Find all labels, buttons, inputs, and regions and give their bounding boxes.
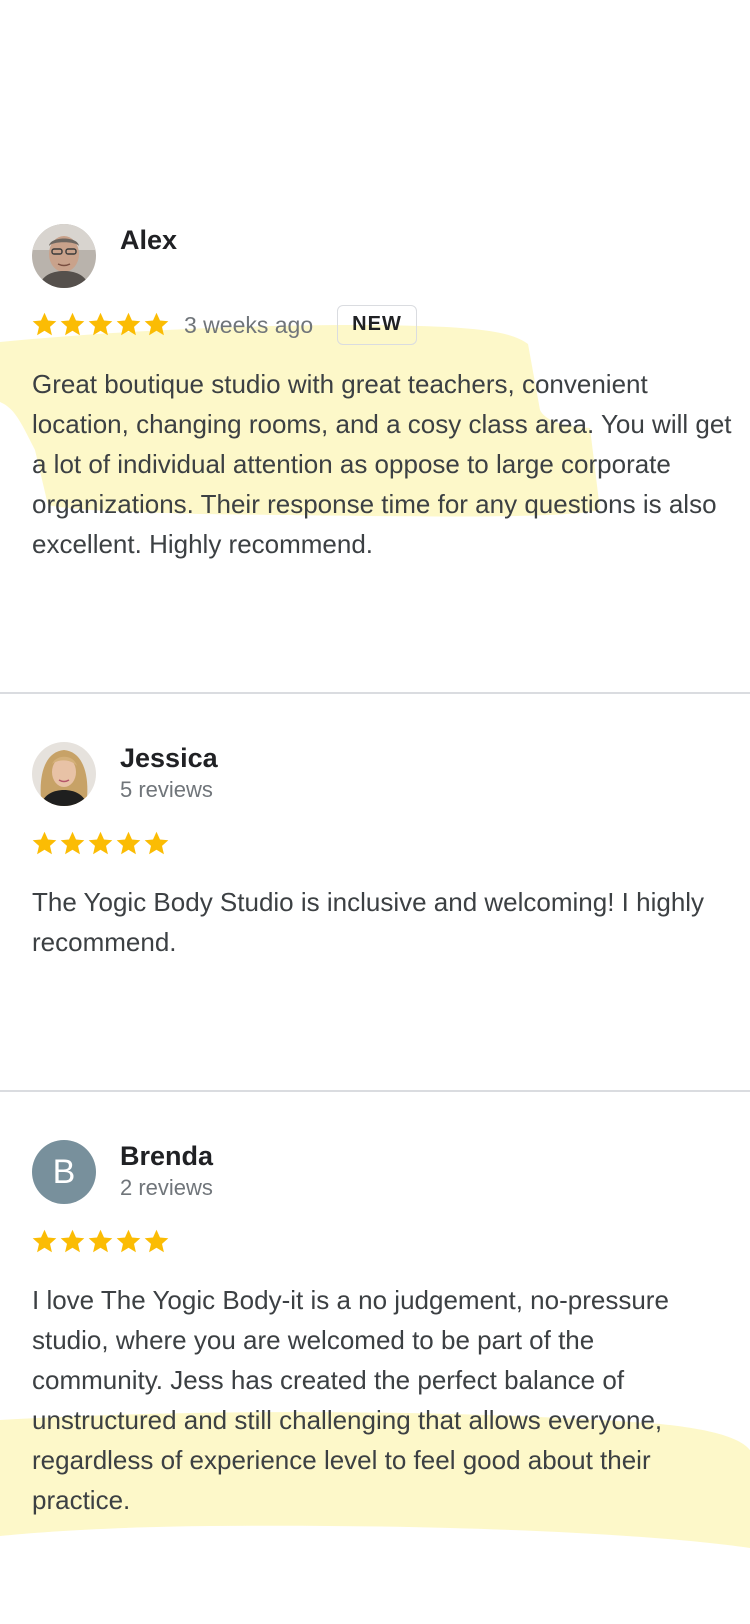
- reviewer-avatar[interactable]: [32, 742, 96, 806]
- star-icon: [115, 311, 142, 338]
- star-icon: [87, 1228, 114, 1255]
- reviewer-name[interactable]: Alex: [120, 224, 177, 256]
- star-rating: [31, 830, 170, 857]
- reviewer-name[interactable]: Brenda: [120, 1140, 213, 1172]
- star-icon: [31, 830, 58, 857]
- star-icon: [115, 1228, 142, 1255]
- review-date: 3 weeks ago: [184, 312, 314, 338]
- star-icon: [143, 1228, 170, 1255]
- review-divider: [0, 1090, 750, 1092]
- reviewer-avatar[interactable]: [32, 224, 96, 288]
- star-icon: [31, 1228, 58, 1255]
- reviewer-name[interactable]: Jessica: [120, 742, 218, 774]
- photo-man-avatar: [32, 224, 96, 288]
- reviewer-avatar[interactable]: B: [32, 1140, 96, 1204]
- review-text: The Yogic Body Studio is inclusive and w…: [32, 887, 705, 957]
- review-text: I love The Yogic Body-it is a no judgeme…: [32, 1285, 669, 1515]
- star-icon: [59, 830, 86, 857]
- star-rating: [31, 1228, 170, 1255]
- star-icon: [115, 830, 142, 857]
- new-badge: NEW: [337, 305, 417, 345]
- star-icon: [31, 311, 58, 338]
- star-icon: [59, 311, 86, 338]
- star-icon: [143, 830, 170, 857]
- review-text: Great boutique studio with great teacher…: [32, 369, 732, 559]
- star-rating: [31, 311, 170, 338]
- star-icon: [143, 311, 170, 338]
- review-divider: [0, 692, 750, 694]
- star-icon: [87, 830, 114, 857]
- star-icon: [59, 1228, 86, 1255]
- photo-woman-avatar: [32, 742, 96, 806]
- review-count: 5 reviews: [120, 777, 213, 802]
- review-count: 2 reviews: [120, 1175, 213, 1200]
- star-icon: [87, 311, 114, 338]
